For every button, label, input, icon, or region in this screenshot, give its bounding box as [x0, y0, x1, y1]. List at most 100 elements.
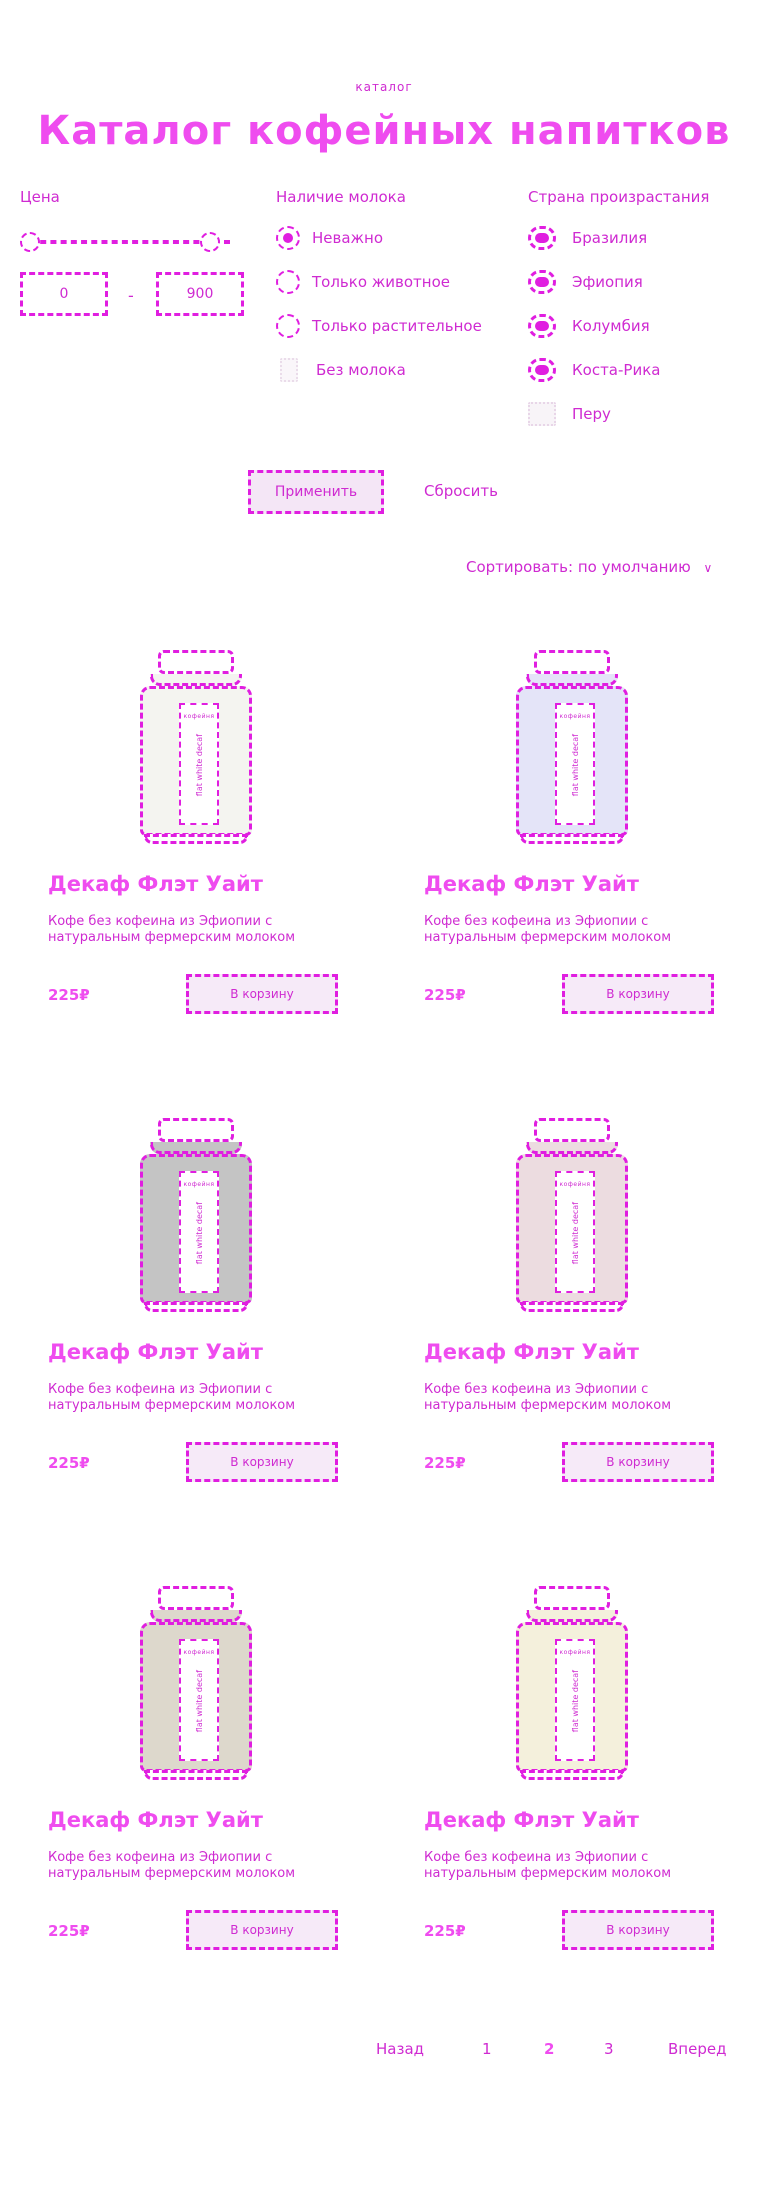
coffee-jar-image: кофейня flat white decaf: [516, 1118, 628, 1312]
milk-option[interactable]: Только животное: [276, 270, 482, 294]
milk-radio[interactable]: [276, 270, 300, 294]
jar-body: кофейня flat white decaf: [516, 1622, 628, 1772]
price-min-handle[interactable]: [20, 232, 40, 252]
product-description: Кофе без кофеина из Эфиопии с натуральны…: [424, 1382, 672, 1413]
country-option[interactable]: Перу: [528, 402, 709, 426]
jar-lid: [158, 650, 234, 674]
milk-option-label: Только животное: [312, 273, 451, 291]
add-to-cart-button[interactable]: В корзину: [186, 974, 338, 1014]
jar-base: [520, 1770, 624, 1780]
country-option-label: Бразилия: [572, 229, 648, 247]
milk-option[interactable]: Неважно: [276, 226, 482, 250]
country-option[interactable]: Бразилия: [528, 226, 709, 250]
jar-label: кофейня flat white decaf: [179, 703, 219, 825]
country-checkbox[interactable]: [528, 226, 556, 250]
jar-label: кофейня flat white decaf: [555, 1639, 595, 1761]
jar-neck: [150, 1142, 242, 1154]
pagination-page-1[interactable]: 1: [482, 2040, 492, 2058]
country-checkbox[interactable]: [528, 358, 556, 382]
jar-text: flat white decaf: [194, 734, 204, 797]
country-option-label: Перу: [572, 405, 611, 423]
product-card: кофейня flat white decaf Декаф Флэт Уайт Ко…: [40, 614, 352, 1034]
country-option[interactable]: Коста-Рика: [528, 358, 709, 382]
jar-body: кофейня flat white decaf: [516, 686, 628, 836]
product-price: 225₽: [424, 1454, 466, 1472]
jar-text: flat white decaf: [194, 1202, 204, 1265]
pagination-page-3[interactable]: 3: [604, 2040, 614, 2058]
product-price: 225₽: [424, 986, 466, 1004]
milk-option[interactable]: Без молока: [276, 358, 482, 382]
country-option[interactable]: Колумбия: [528, 314, 709, 338]
jar-text: flat white decaf: [570, 1670, 580, 1733]
jar-text: flat white decaf: [570, 734, 580, 797]
country-checkbox[interactable]: [528, 402, 556, 426]
price-max-handle[interactable]: [200, 232, 220, 252]
milk-radio[interactable]: [276, 314, 300, 338]
country-checkbox[interactable]: [528, 314, 556, 338]
sort-dropdown[interactable]: Сортировать: по умолчанию ∨: [466, 558, 712, 576]
product-price: 225₽: [424, 1922, 466, 1940]
jar-neck: [526, 1142, 618, 1154]
product-title[interactable]: Декаф Флэт Уайт: [424, 872, 639, 896]
price-filter: Цена: [20, 188, 60, 226]
jar-base: [144, 834, 248, 844]
product-card: кофейня flat white decaf Декаф Флэт Уайт Ко…: [416, 1550, 728, 1970]
price-range-slider[interactable]: [20, 232, 260, 252]
pagination-page-2[interactable]: 2: [544, 2040, 554, 2058]
chevron-down-icon: ∨: [703, 561, 713, 575]
milk-radio[interactable]: [276, 226, 300, 250]
milk-radio[interactable]: [280, 358, 298, 382]
add-to-cart-button[interactable]: В корзину: [186, 1442, 338, 1482]
add-to-cart-button[interactable]: В корзину: [562, 1442, 714, 1482]
product-title[interactable]: Декаф Флэт Уайт: [48, 1808, 263, 1832]
product-price: 225₽: [48, 1454, 90, 1472]
product-card: кофейня flat white decaf Декаф Флэт Уайт Ко…: [416, 614, 728, 1034]
coffee-jar-image: кофейня flat white decaf: [140, 1586, 252, 1780]
coffee-jar-image: кофейня flat white decaf: [516, 1586, 628, 1780]
milk-option-label: Без молока: [316, 361, 406, 379]
product-price: 225₽: [48, 986, 90, 1004]
product-title[interactable]: Декаф Флэт Уайт: [424, 1808, 639, 1832]
jar-base: [144, 1302, 248, 1312]
price-filter-label: Цена: [20, 188, 60, 206]
milk-option-label: Только растительное: [312, 317, 482, 335]
price-max-input[interactable]: 900: [156, 272, 244, 316]
country-option[interactable]: Эфиопия: [528, 270, 709, 294]
product-title[interactable]: Декаф Флэт Уайт: [424, 1340, 639, 1364]
catalog-eyebrow: каталог: [355, 80, 413, 94]
add-to-cart-button[interactable]: В корзину: [562, 974, 714, 1014]
product-card: кофейня flat white decaf Декаф Флэт Уайт Ко…: [416, 1082, 728, 1502]
milk-option[interactable]: Только растительное: [276, 314, 482, 338]
jar-label: кофейня flat white decaf: [179, 1639, 219, 1761]
jar-brand: кофейня: [183, 1649, 215, 1656]
apply-filters-button[interactable]: Применить: [248, 470, 384, 514]
coffee-jar-image: кофейня flat white decaf: [140, 650, 252, 844]
pagination-next[interactable]: Вперед: [668, 2040, 726, 2058]
product-description: Кофе без кофеина из Эфиопии с натуральны…: [424, 914, 672, 945]
price-range-dash: -: [128, 286, 134, 305]
jar-neck: [526, 1610, 618, 1622]
price-min-input[interactable]: 0: [20, 272, 108, 316]
sort-value: по умолчанию: [577, 558, 691, 576]
product-title[interactable]: Декаф Флэт Уайт: [48, 1340, 263, 1364]
jar-brand: кофейня: [183, 713, 215, 720]
milk-options: Неважно Только животное Только растительно…: [276, 226, 482, 382]
jar-lid: [534, 1118, 610, 1142]
jar-base: [520, 1302, 624, 1312]
jar-lid: [158, 1586, 234, 1610]
jar-brand: кофейня: [559, 1649, 591, 1656]
reset-filters-link[interactable]: Сбросить: [424, 482, 498, 500]
jar-text: flat white decaf: [194, 1670, 204, 1733]
add-to-cart-button[interactable]: В корзину: [186, 1910, 338, 1950]
pagination-prev[interactable]: Назад: [376, 2040, 424, 2058]
page-title: Каталог кофейных напитков: [37, 108, 731, 154]
product-description: Кофе без кофеина из Эфиопии с натуральны…: [48, 1850, 296, 1881]
country-filter: Страна произрастания Бразилия Эфиопия Колу…: [528, 188, 709, 446]
jar-label: кофейня flat white decaf: [555, 1171, 595, 1293]
country-checkbox[interactable]: [528, 270, 556, 294]
add-to-cart-button[interactable]: В корзину: [562, 1910, 714, 1950]
product-price: 225₽: [48, 1922, 90, 1940]
product-description: Кофе без кофеина из Эфиопии с натуральны…: [424, 1850, 672, 1881]
product-title[interactable]: Декаф Флэт Уайт: [48, 872, 263, 896]
jar-label: кофейня flat white decaf: [555, 703, 595, 825]
